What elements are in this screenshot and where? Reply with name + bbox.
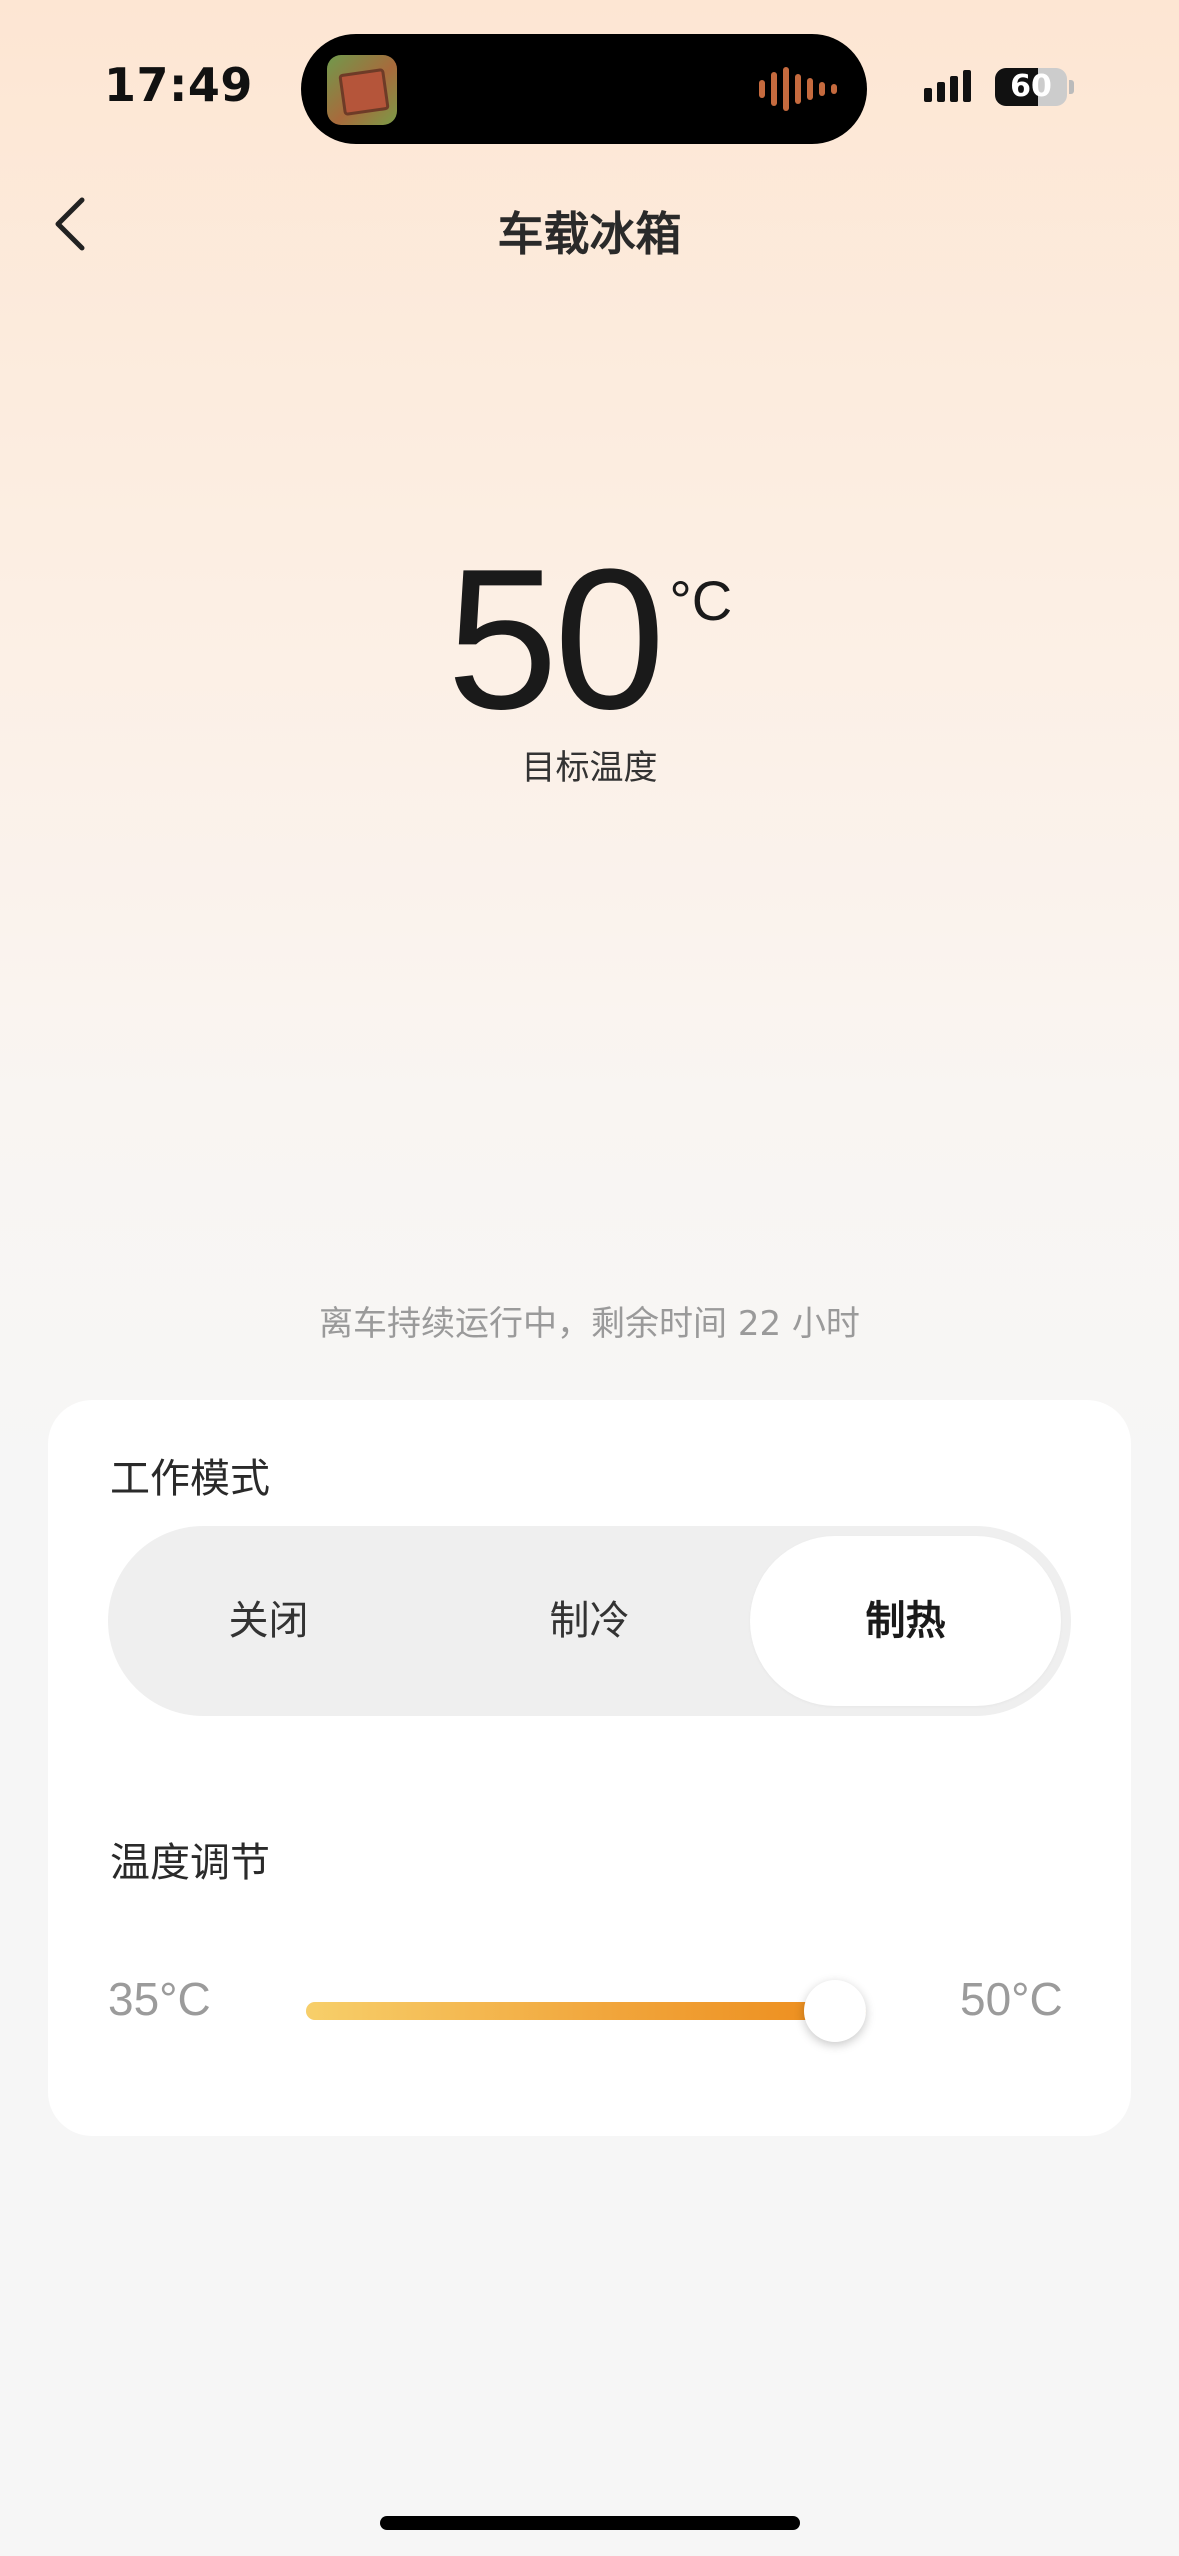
mode-option-cool[interactable]: 制冷	[429, 1526, 750, 1716]
battery-icon: 60	[995, 68, 1067, 106]
battery-level: 60	[1010, 69, 1052, 104]
work-mode-title: 工作模式	[110, 1456, 270, 1502]
temperature-label: 目标温度	[521, 748, 658, 788]
temperature-unit: °C	[669, 569, 733, 632]
status-time: 17:49	[104, 58, 253, 112]
cellular-signal-icon	[924, 70, 971, 102]
dynamic-island[interactable]	[301, 34, 867, 144]
audio-waveform-icon	[759, 67, 837, 111]
slider-min-label: 35°C	[108, 1973, 211, 2025]
mode-option-heat[interactable]: 制热	[750, 1526, 1061, 1716]
slider-fill	[306, 2002, 866, 2020]
home-indicator	[380, 2516, 800, 2530]
page-title: 车载冰箱	[497, 207, 682, 261]
target-temperature-display: 50 °C	[0, 540, 1179, 740]
control-card: 工作模式 关闭 制冷 制热 温度调节 35°C 50°C	[48, 1400, 1131, 2136]
slider-max-label: 50°C	[960, 1973, 1063, 2025]
temperature-adjust-title: 温度调节	[110, 1840, 270, 1886]
battery-tip	[1069, 80, 1074, 94]
temperature-slider[interactable]	[306, 1980, 866, 2042]
mode-option-off[interactable]: 关闭	[108, 1526, 429, 1716]
live-activity-app-icon	[327, 55, 397, 125]
remaining-time-text: 离车持续运行中，剩余时间 22 小时	[319, 1304, 860, 1344]
mode-segmented-control[interactable]: 关闭 制冷 制热	[108, 1526, 1071, 1716]
temperature-value: 50	[446, 528, 665, 751]
slider-thumb[interactable]	[804, 1980, 866, 2042]
